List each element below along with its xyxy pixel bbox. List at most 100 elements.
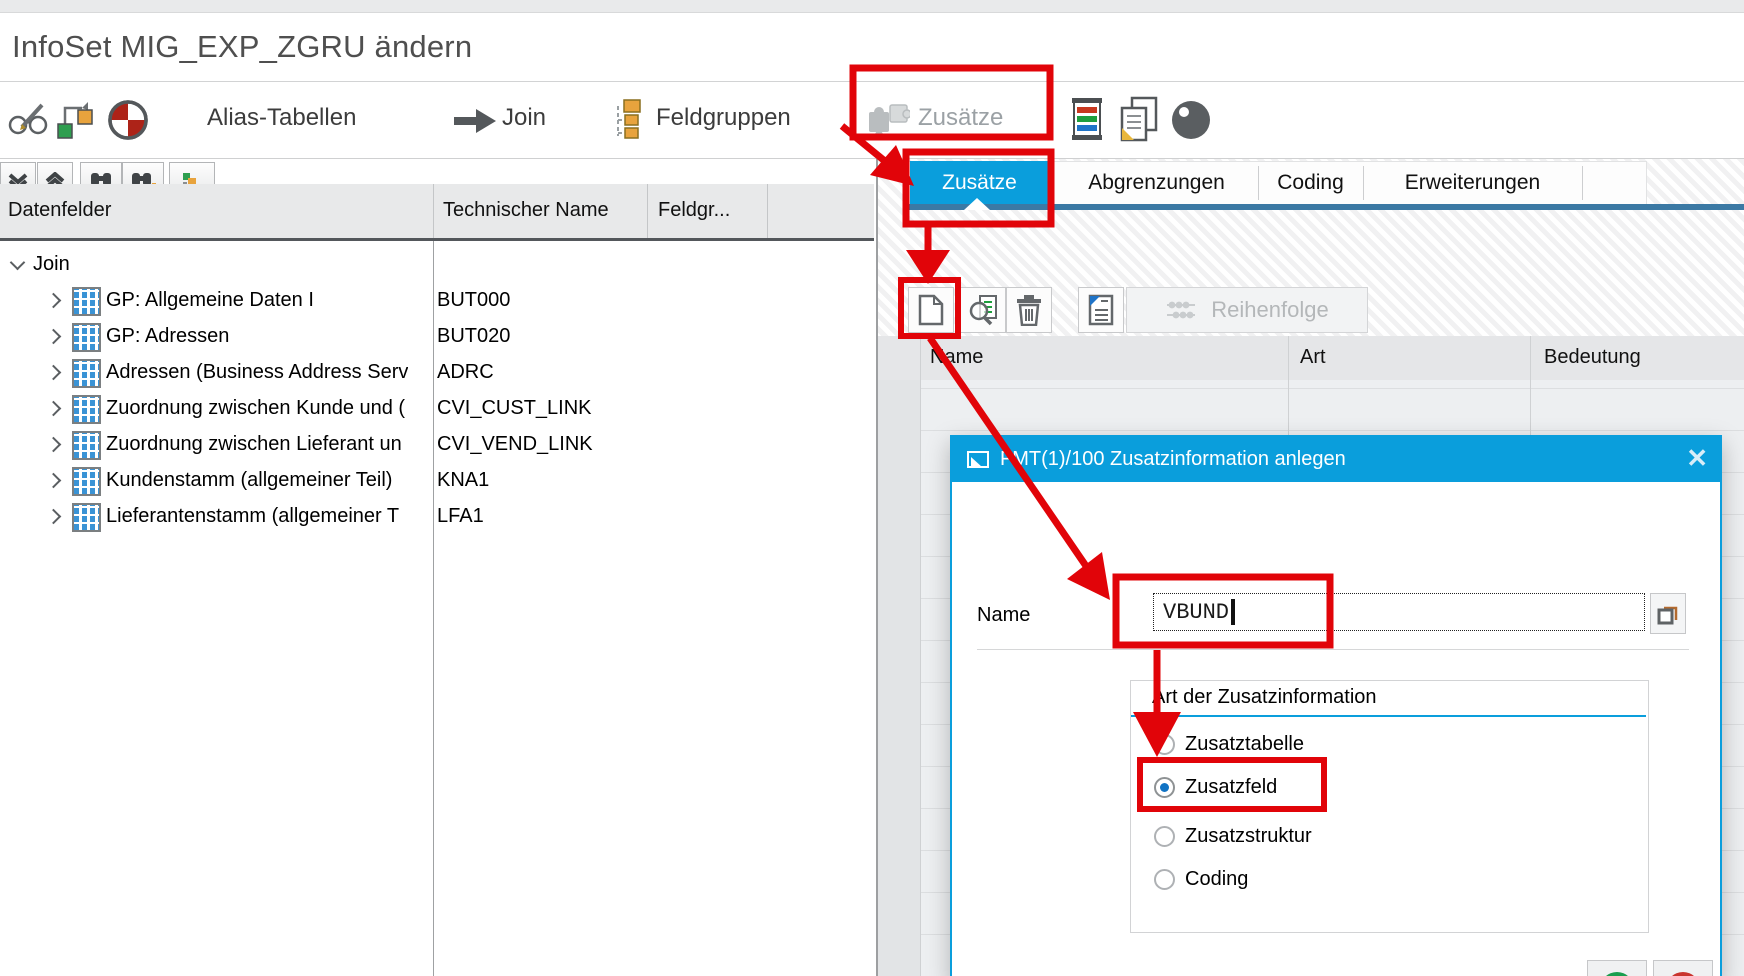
tree-row-cvi-cust[interactable]: Zuordnung zwischen Kunde und ( CVI_CUST_… (0, 391, 874, 427)
copy-icon (1655, 601, 1681, 627)
order-button-label: Reihenfolge (1211, 297, 1328, 323)
tab-coding[interactable]: Coding (1258, 161, 1363, 204)
delete-icon (1014, 294, 1044, 326)
table-row-label: Zuordnung zwischen Kunde und ( (106, 397, 405, 420)
info-type-group (1130, 680, 1649, 933)
radio-icon[interactable] (1154, 869, 1175, 890)
radio-icon[interactable] (1154, 826, 1175, 847)
documentation-icon (1087, 294, 1115, 326)
tree-node-join[interactable]: Join (0, 247, 874, 283)
technical-name: BUT020 (437, 325, 510, 348)
chevron-right-icon[interactable] (46, 329, 62, 345)
display-change-icon[interactable] (6, 97, 50, 141)
join-button[interactable]: Join (502, 104, 546, 132)
column-header-bedeutung: Bedeutung (1544, 346, 1641, 369)
table-row-label: Adressen (Business Address Serv (106, 361, 408, 384)
table-row-label: GP: Adressen (106, 325, 229, 348)
tree-row-but000[interactable]: GP: Allgemeine Daten I BUT000 (0, 283, 874, 319)
datafields-table-header: Datenfelder Technischer Name Feldgr... (0, 184, 874, 241)
delete-button[interactable] (1006, 287, 1052, 333)
radio-selected-icon[interactable] (1154, 777, 1175, 798)
chevron-right-icon[interactable] (46, 365, 62, 381)
tree-node-label: Join (33, 253, 70, 276)
text-cursor (1231, 599, 1235, 625)
confirm-check-icon (1597, 965, 1637, 976)
tab-underline (903, 204, 1744, 210)
field-groups-button[interactable]: Feldgruppen (656, 104, 791, 132)
tree-row-lfa1[interactable]: Lieferantenstamm (allgemeiner T LFA1 (0, 499, 874, 535)
technical-name: ADRC (437, 361, 494, 384)
join-arrow-icon[interactable] (452, 106, 498, 136)
active-tab-notch (964, 198, 990, 210)
puzzle-icon[interactable] (866, 102, 910, 140)
column-header-technischer-name[interactable]: Technischer Name (443, 199, 609, 222)
radio-label: Coding (1185, 868, 1248, 891)
chevron-right-icon[interactable] (46, 401, 62, 417)
display-icon (968, 294, 998, 326)
infoset-graphic-icon[interactable] (54, 98, 98, 142)
tree-row-cvi-vend[interactable]: Zuordnung zwischen Lieferant un CVI_VEND… (0, 427, 874, 463)
radio-zusatzstruktur[interactable]: Zusatzstruktur (1154, 822, 1312, 850)
name-input[interactable]: VBUND (1153, 593, 1645, 631)
tab-separator (1582, 166, 1583, 200)
documentation-button[interactable] (1078, 287, 1124, 333)
radio-zusatzfeld[interactable]: Zusatzfeld (1154, 773, 1277, 801)
column-separator[interactable] (767, 184, 768, 238)
extras-button[interactable]: Zusätze (918, 104, 1003, 132)
table-gridline (920, 336, 921, 976)
create-button[interactable] (908, 287, 954, 333)
tab-abgrenzungen[interactable]: Abgrenzungen (1055, 161, 1258, 204)
column-separator[interactable] (647, 184, 648, 238)
alias-tables-button[interactable]: Alias-Tabellen (207, 104, 356, 132)
dialog-title-bar[interactable]: FMT(1)/100 Zusatzinformation anlegen ✕ (952, 437, 1720, 482)
table-icon (72, 431, 101, 460)
chevron-right-icon[interactable] (46, 437, 62, 453)
chevron-right-icon[interactable] (46, 509, 62, 525)
column-header-art: Art (1300, 346, 1326, 369)
title-bar: InfoSet MIG_EXP_ZGRU ändern (0, 13, 1744, 82)
column-header-feldgruppe[interactable]: Feldgr... (658, 199, 730, 222)
datafields-panel: Datenfelder Technischer Name Feldgr... J… (0, 159, 878, 976)
table-row-label: Zuordnung zwischen Lieferant un (106, 433, 402, 456)
name-input-value: VBUND (1163, 600, 1229, 625)
cancel-x-icon (1663, 965, 1703, 976)
create-icon (918, 294, 944, 326)
order-button[interactable]: Reihenfolge (1126, 287, 1368, 333)
field-groups-icon[interactable] (608, 98, 648, 142)
sphere-icon[interactable] (1170, 99, 1212, 141)
tree-row-kna1[interactable]: Kundenstamm (allgemeiner Teil) KNA1 (0, 463, 874, 499)
info-type-group-title: Art der Zusatzinformation (1152, 686, 1377, 709)
copy-document-icon[interactable] (1118, 96, 1160, 142)
confirm-button[interactable] (1587, 960, 1647, 976)
table-icon (72, 287, 101, 316)
tree-row-but020[interactable]: GP: Adressen BUT020 (0, 319, 874, 355)
group-title-underline (1131, 715, 1646, 717)
alv-layout-icon[interactable] (1068, 96, 1106, 142)
radio-icon[interactable] (1154, 734, 1175, 755)
window-create-icon (966, 449, 990, 471)
cancel-button[interactable] (1653, 960, 1713, 976)
tab-erweiterungen[interactable]: Erweiterungen (1363, 161, 1582, 204)
pie-chart-icon[interactable] (106, 98, 150, 142)
chevron-down-icon[interactable] (10, 255, 26, 271)
radio-zusatztabelle[interactable]: Zusatztabelle (1154, 730, 1304, 758)
technical-name: CVI_CUST_LINK (437, 397, 592, 420)
radio-coding[interactable]: Coding (1154, 865, 1248, 893)
page-title: InfoSet MIG_EXP_ZGRU ändern (12, 29, 472, 65)
tab-separator (1258, 166, 1259, 200)
column-header-name: Name (930, 346, 983, 369)
sap-gui-window: InfoSet MIG_EXP_ZGRU ändern (0, 0, 1744, 976)
technical-name: BUT000 (437, 289, 510, 312)
table-icon (72, 323, 101, 352)
close-icon[interactable]: ✕ (1686, 443, 1708, 474)
column-separator[interactable] (433, 184, 434, 238)
application-toolbar: Alias-Tabellen Join Feldgruppen (0, 82, 1744, 159)
tree-row-adrc[interactable]: Adressen (Business Address Serv ADRC (0, 355, 874, 391)
column-header-datenfelder[interactable]: Datenfelder (8, 199, 111, 222)
create-extra-info-dialog: FMT(1)/100 Zusatzinformation anlegen ✕ N… (950, 435, 1722, 976)
display-button[interactable] (960, 287, 1006, 333)
top-strip (0, 0, 1744, 13)
chevron-right-icon[interactable] (46, 293, 62, 309)
chevron-right-icon[interactable] (46, 473, 62, 489)
multiple-values-button[interactable] (1650, 593, 1686, 634)
